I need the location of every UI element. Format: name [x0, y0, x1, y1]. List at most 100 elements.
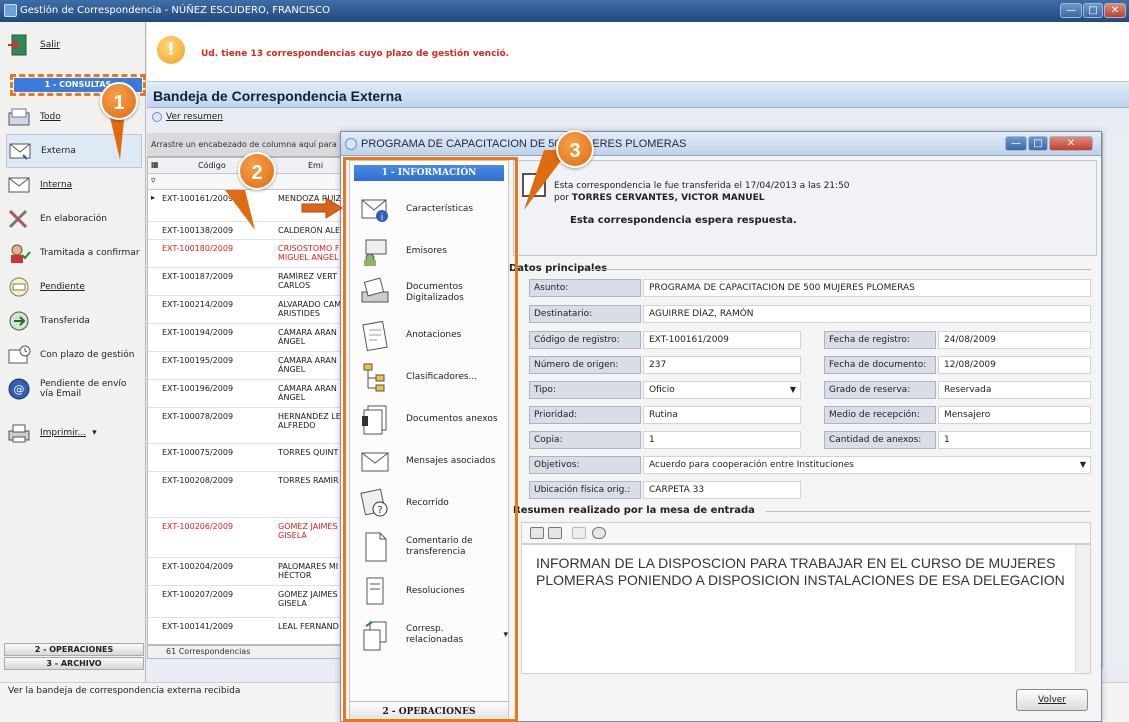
binoculars-icon[interactable] [592, 527, 606, 539]
sidebar-item-con-plazo[interactable]: Con plazo de gestión [6, 338, 142, 372]
tray-icon [8, 108, 30, 126]
dialog-minimize-button[interactable]: — [1005, 136, 1027, 151]
right-scroll-area[interactable] [1102, 133, 1129, 668]
destinatario-field[interactable]: AGUIRRE DÍAZ, RAMÓN [643, 305, 1091, 323]
fecha-documento-field[interactable]: 12/08/2009 [938, 356, 1091, 374]
print-preview-icon[interactable] [548, 527, 562, 539]
minimize-button[interactable]: — [1060, 3, 1082, 18]
highlight-nav-panel [343, 157, 518, 722]
sidebar-item-pendiente[interactable]: Pendiente [6, 270, 142, 304]
callout-2: 2 [238, 152, 276, 190]
numero-origen-field[interactable]: 237 [643, 356, 801, 374]
cell-codigo: EXT-100204/2009 [162, 562, 234, 571]
tipo-label: Tipo: [529, 381, 641, 399]
table-row[interactable]: EXT-100196/2009 CÁMARA ARAN ÁNGEL [148, 380, 346, 408]
copia-field[interactable]: 1 [643, 431, 801, 449]
resumen-scrollbar[interactable] [1075, 545, 1090, 673]
table-row[interactable]: EXT-100208/2009 TORRES RAMÍR [148, 472, 346, 518]
volver-button[interactable]: Volver [1016, 689, 1088, 711]
column-header-emisor[interactable]: Emi [308, 161, 323, 170]
cell-emisor: CÁMARA ARAN ÁNGEL [278, 384, 337, 402]
table-row[interactable]: EXT-100180/2009 CRISOSTOMO F MIGUEL ANGEL [148, 240, 346, 268]
alert-message[interactable]: Ud. tiene 13 correspondencias cuyo plazo… [201, 49, 509, 59]
dialog-close-button[interactable]: ✕ [1049, 136, 1093, 151]
cell-emisor: CÁMARA ARAN ÁNGEL [278, 356, 337, 374]
resumen-toolbar [521, 522, 1091, 544]
maximize-button[interactable]: □ [1083, 3, 1103, 18]
filter-icon[interactable]: ▿ [151, 176, 156, 186]
print-icon[interactable] [530, 527, 544, 539]
sidebar-item-label: Transferida [40, 316, 90, 326]
destinatario-label: Destinatario: [529, 305, 641, 323]
sidebar-item-label: Con plazo de gestión [40, 350, 135, 360]
sidebar-section-archivo[interactable]: 3 - ARCHIVO [4, 657, 144, 670]
dialog-title: PROGRAMA DE CAPACITACION DE 500 MUJERES … [361, 138, 687, 150]
warning-icon: ! [157, 36, 185, 64]
chevron-down-icon[interactable]: ▼ [1080, 457, 1086, 473]
cell-emisor: RAMÍREZ VERT CARLOS [278, 272, 337, 290]
chevron-down-icon[interactable]: ▼ [790, 382, 796, 398]
sidebar-item-label: Interna [40, 180, 73, 190]
tipo-value: Oficio [649, 385, 675, 395]
sidebar-section-operaciones[interactable]: 2 - OPERACIONES [4, 643, 144, 656]
clock-envelope-icon [8, 345, 31, 364]
ubicacion-field[interactable]: CARPETA 33 [643, 481, 801, 499]
grado-reserva-field[interactable]: Reservada [938, 381, 1091, 399]
numero-origen-label: Número de origen: [529, 356, 641, 374]
transfer-by-name: TORRES CERVANTES, VICTOR MANUEL [571, 193, 765, 203]
dialog-maximize-button[interactable]: □ [1028, 136, 1048, 151]
exit-door-icon [8, 34, 27, 56]
table-row[interactable]: EXT-100075/2009 TORRES QUINT [148, 444, 346, 472]
objetivos-select[interactable]: Acuerdo para cooperación entre Instituci… [643, 456, 1091, 474]
table-row[interactable]: EXT-100195/2009 CÁMARA ARAN ÁNGEL [148, 352, 346, 380]
sidebar-item-interna[interactable]: Interna [6, 168, 142, 202]
printer-icon [8, 424, 30, 443]
arrow-right-icon [301, 197, 343, 219]
table-row[interactable]: EXT-100194/2009 CÁMARA ARAN ÁNGEL [148, 324, 346, 352]
row-selector-icon: ▸ [151, 193, 156, 202]
summary-icon [152, 112, 162, 122]
codigo-registro-label: Código de registro: [529, 331, 641, 349]
cell-emisor: CALDERÓN ALE [278, 226, 341, 235]
sidebar-item-pendiente-email[interactable]: @ Pendiente de envío vía Email [6, 372, 142, 406]
app-icon [4, 4, 17, 17]
table-row[interactable]: EXT-100187/2009 RAMÍREZ VERT CARLOS [148, 268, 346, 296]
cantidad-anexos-field[interactable]: 1 [938, 431, 1091, 449]
table-row[interactable]: EXT-100207/2009 GÓMEZ JAIMES GISELA [148, 586, 346, 618]
table-row[interactable]: EXT-100206/2009 GÓMEZ JAIMES GISELA [148, 518, 346, 558]
fecha-registro-field[interactable]: 24/08/2009 [938, 331, 1091, 349]
fecha-documento-label: Fecha de documento: [824, 356, 936, 374]
sidebar-item-en-elaboracion[interactable]: En elaboración [6, 202, 142, 236]
cell-emisor: ALVARADO CAM ARISTIDES [278, 300, 342, 318]
dialog-title-bar: PROGRAMA DE CAPACITACION DE 500 MUJERES … [341, 132, 1101, 156]
codigo-registro-field[interactable]: EXT-100161/2009 [643, 331, 801, 349]
cell-codigo: EXT-100208/2009 [162, 476, 234, 485]
column-chooser-icon[interactable]: ▦ [151, 160, 159, 169]
cell-emisor: HERNÁNDEZ LE ALFREDO [278, 412, 341, 430]
sidebar-item-label: Pendiente de envío vía Email [40, 379, 127, 399]
table-row[interactable]: EXT-100204/2009 PALOMARES MI HÉCTOR [148, 558, 346, 586]
cell-codigo: EXT-100196/2009 [162, 384, 234, 393]
cell-emisor: PALOMARES MI HÉCTOR [278, 562, 339, 580]
table-row[interactable]: EXT-100214/2009 ALVARADO CAM ARISTIDES [148, 296, 346, 324]
asunto-field[interactable]: PROGRAMA DE CAPACITACION DE 500 MUJERES … [643, 279, 1091, 297]
medio-recepcion-field[interactable]: Mensajero [938, 406, 1091, 424]
sidebar-item-tramitada[interactable]: Tramitada a confirmar [6, 236, 142, 270]
tools-icon [8, 209, 28, 229]
cantidad-anexos-label: Cantidad de anexos: [824, 431, 936, 449]
table-row[interactable]: EXT-100078/2009 HERNÁNDEZ LE ALFREDO [148, 408, 346, 444]
ver-resumen-link[interactable]: Ver resumen [166, 112, 223, 122]
asunto-label: Asunto: [529, 279, 641, 297]
cell-codigo: EXT-100214/2009 [162, 300, 234, 309]
close-button[interactable]: ✕ [1104, 3, 1126, 18]
sidebar-item-imprimir[interactable]: Imprimir... ▾ [6, 416, 142, 450]
sidebar-item-salir[interactable]: Salir [6, 28, 142, 62]
column-header-codigo[interactable]: Código [198, 161, 226, 170]
resumen-textarea[interactable]: INFORMAN DE LA DISPOSCION PARA TRABAJAR … [521, 544, 1091, 674]
sidebar-item-transferida[interactable]: Transferida [6, 304, 142, 338]
prioridad-field[interactable]: Rutina [643, 406, 801, 424]
tipo-select[interactable]: Oficio ▼ [643, 381, 801, 399]
envelope-in-icon [9, 143, 31, 160]
table-row[interactable]: EXT-100141/2009 LEAL FERNÁND [148, 618, 346, 644]
copy-icon[interactable] [572, 527, 586, 539]
